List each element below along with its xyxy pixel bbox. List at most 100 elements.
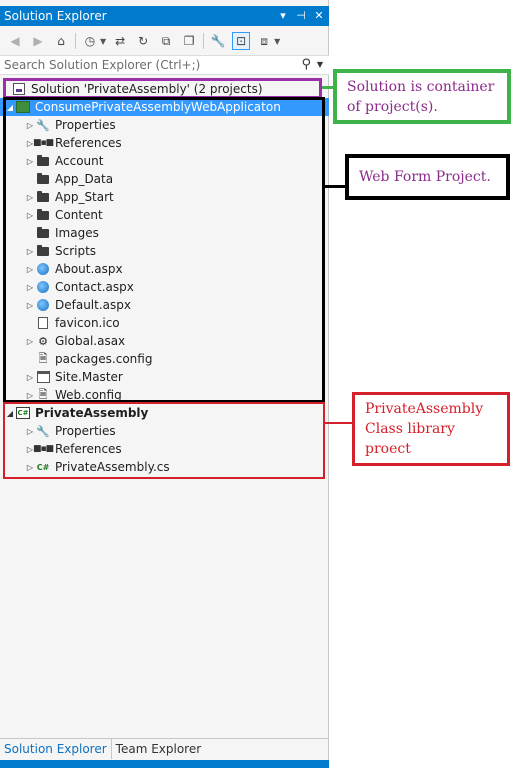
expand-arrow-icon[interactable]: ▷ — [24, 119, 36, 131]
no-arrow — [24, 227, 36, 239]
tree-item-lib-properties[interactable]: ▷ 🔧 Properties — [0, 422, 329, 440]
tree-item-default-aspx[interactable]: ▷ Default.aspx — [0, 296, 329, 314]
close-icon[interactable]: ✕ — [313, 8, 325, 22]
tree-item-contact-aspx[interactable]: ▷ Contact.aspx — [0, 278, 329, 296]
lib-project-label: PrivateAssembly — [35, 406, 149, 420]
search-input[interactable] — [4, 57, 289, 73]
tree-lib-project-node[interactable]: ◢ C# PrivateAssembly — [0, 404, 329, 422]
tree-item-account[interactable]: ▷ Account — [0, 152, 329, 170]
dropdown-icon[interactable]: ▾ — [277, 8, 289, 22]
solution-callout: Solution is container of project(s). — [333, 69, 511, 124]
expand-arrow-icon[interactable]: ▷ — [24, 209, 36, 221]
preview-icon[interactable]: ⊡ — [232, 32, 251, 50]
collapse-arrow-icon[interactable]: ◢ — [4, 101, 16, 113]
refresh-icon[interactable]: ↻ — [134, 32, 152, 50]
tree-item-scripts[interactable]: ▷ Scripts — [0, 242, 329, 260]
expand-arrow-icon[interactable]: ▷ — [24, 425, 36, 437]
expand-arrow-icon[interactable]: ▷ — [24, 299, 36, 311]
tree-item-label: Properties — [55, 424, 116, 438]
history-dropdown-icon[interactable]: ▼ — [100, 37, 106, 46]
master-page-icon — [36, 370, 50, 384]
tree-item-favicon[interactable]: favicon.ico — [0, 314, 329, 332]
tree-item-label: Global.asax — [55, 334, 126, 348]
pin-icon[interactable]: ⊣ — [295, 8, 307, 22]
tree-item-private-assembly-cs[interactable]: ▷ C# PrivateAssembly.cs — [0, 458, 329, 476]
tree-item-references[interactable]: ▷ ■▪■ References — [0, 134, 329, 152]
web-project-label: ConsumePrivateAssemblyWebApplicaton — [35, 100, 281, 114]
file-icon — [36, 316, 50, 330]
search-icon[interactable]: ⚲ — [301, 57, 311, 72]
web-project-icon — [16, 100, 30, 114]
tree-item-label: favicon.ico — [55, 316, 120, 330]
tab-solution-explorer[interactable]: Solution Explorer — [0, 738, 112, 759]
history-icon[interactable]: ◷ — [81, 32, 99, 50]
tree-item-properties[interactable]: ▷ 🔧 Properties — [0, 116, 329, 134]
lib-project-connector-line — [325, 422, 353, 424]
search-options-dropdown-icon[interactable]: ▼ — [317, 60, 323, 69]
window-title: Solution Explorer — [4, 9, 107, 23]
expand-arrow-icon[interactable]: ▷ — [24, 263, 36, 275]
references-icon: ■▪■ — [32, 138, 54, 148]
tree-item-label: App_Start — [55, 190, 114, 204]
folder-icon — [36, 154, 50, 168]
folder-icon — [36, 244, 50, 258]
tree-item-content[interactable]: ▷ Content — [0, 206, 329, 224]
expand-arrow-icon[interactable]: ▷ — [24, 371, 36, 383]
expand-arrow-icon[interactable]: ▷ — [24, 461, 36, 473]
expand-arrow-icon[interactable]: ▷ — [24, 281, 36, 293]
toolbar-more-dropdown-icon[interactable]: ▼ — [274, 37, 280, 46]
tree-item-app-data[interactable]: App_Data — [0, 170, 329, 188]
tree-item-label: Content — [55, 208, 103, 222]
tree-item-images[interactable]: Images — [0, 224, 329, 242]
forward-icon[interactable]: ▶ — [29, 32, 47, 50]
tree-item-lib-references[interactable]: ▷ ■▪■ References — [0, 440, 329, 458]
expand-arrow-icon[interactable]: ▷ — [24, 191, 36, 203]
aspx-globe-icon — [36, 280, 50, 294]
tree-item-app-start[interactable]: ▷ App_Start — [0, 188, 329, 206]
class-view-icon[interactable]: ⧈ — [255, 32, 273, 50]
properties-icon[interactable]: 🔧 — [209, 32, 227, 50]
csharp-file-icon: C# — [36, 462, 50, 472]
no-arrow — [24, 173, 36, 185]
csharp-project-icon: C# — [16, 407, 30, 419]
solution-label: Solution 'PrivateAssembly' (2 projects) — [31, 82, 263, 96]
solution-callout-line1: Solution is container — [347, 79, 495, 95]
expand-arrow-icon[interactable]: ▷ — [24, 245, 36, 257]
tree-item-label: Scripts — [55, 244, 97, 258]
solution-callout-line2: of project(s). — [347, 99, 438, 115]
tree-item-label: Web.config — [55, 388, 122, 402]
tree-item-global-asax[interactable]: ▷ ⚙ Global.asax — [0, 332, 329, 350]
tree-solution-node[interactable]: Solution 'PrivateAssembly' (2 projects) — [0, 80, 329, 98]
folder-icon — [36, 208, 50, 222]
tree-item-site-master[interactable]: ▷ Site.Master — [0, 368, 329, 386]
collapse-all-icon[interactable]: ⧉ — [157, 32, 175, 50]
asax-icon: ⚙ — [38, 334, 48, 348]
collapse-arrow-icon[interactable]: ◢ — [4, 407, 16, 419]
config-icon: 🗎 — [38, 387, 48, 401]
aspx-globe-icon — [36, 262, 50, 276]
toolbar-separator — [203, 33, 205, 49]
back-icon[interactable]: ◀ — [6, 32, 24, 50]
tab-team-explorer[interactable]: Team Explorer — [112, 739, 206, 759]
solution-icon — [12, 82, 26, 96]
tree-item-web-config[interactable]: ▷ 🗎 Web.config — [0, 386, 329, 404]
tree-web-project-node[interactable]: ◢ ConsumePrivateAssemblyWebApplicaton — [0, 98, 329, 116]
tree-item-label: Properties — [55, 118, 116, 132]
tree-item-about-aspx[interactable]: ▷ About.aspx — [0, 260, 329, 278]
tree-item-packages-config[interactable]: 🗎 packages.config — [0, 350, 329, 368]
expand-arrow-icon[interactable]: ▷ — [24, 389, 36, 401]
toolbar-separator — [75, 33, 76, 49]
config-icon: 🗎 — [38, 351, 48, 365]
tree-item-label: Images — [55, 226, 99, 240]
lib-project-callout-line1: PrivateAssembly — [365, 401, 484, 417]
web-project-connector-line — [325, 185, 347, 188]
lib-project-callout-line2: Class library proect — [365, 421, 455, 457]
home-icon[interactable]: ⌂ — [52, 32, 70, 50]
show-all-files-icon[interactable]: ❐ — [180, 32, 198, 50]
expand-arrow-icon[interactable]: ▷ — [24, 335, 36, 347]
lib-project-callout: PrivateAssembly Class library proect — [352, 392, 510, 466]
expand-arrow-icon[interactable]: ▷ — [24, 155, 36, 167]
sync-icon[interactable]: ⇄ — [111, 32, 129, 50]
tree-item-label: Account — [55, 154, 104, 168]
title-bar: Solution Explorer ▾ ⊣ ✕ — [0, 6, 329, 26]
